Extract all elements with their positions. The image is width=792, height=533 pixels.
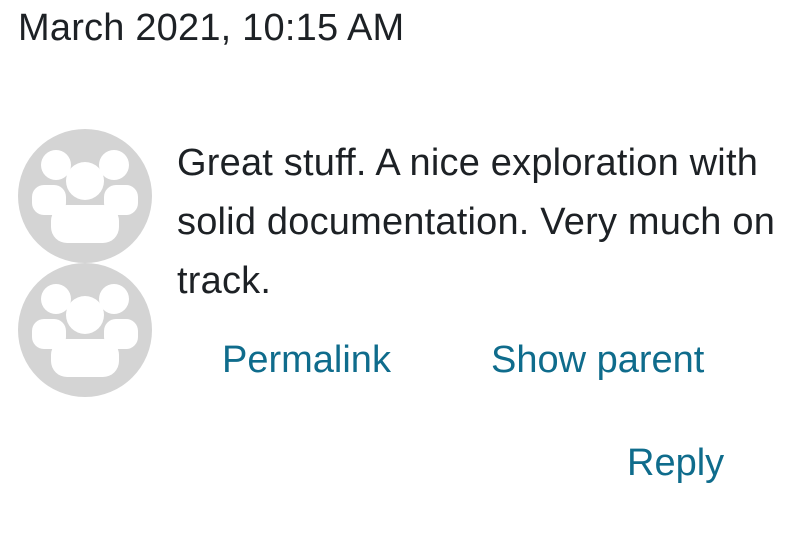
- show-parent-link[interactable]: Show parent: [491, 338, 704, 382]
- post-timestamp: March 2021, 10:15 AM: [18, 7, 405, 49]
- users-icon: [32, 150, 138, 243]
- avatar[interactable]: [18, 263, 152, 397]
- users-icon: [32, 284, 138, 377]
- post-message: Great stuff. A nice exploration with sol…: [177, 142, 776, 302]
- avatar[interactable]: [18, 129, 152, 263]
- permalink-link[interactable]: Permalink: [222, 338, 391, 382]
- reply-link[interactable]: Reply: [627, 441, 724, 485]
